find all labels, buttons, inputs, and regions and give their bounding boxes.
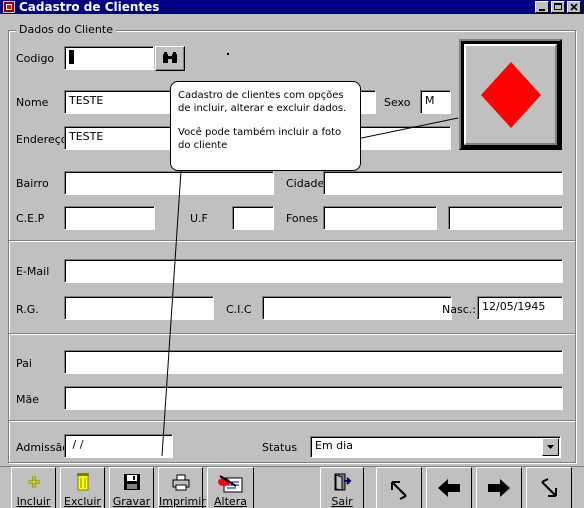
minimize-icon (539, 9, 545, 11)
excluir-label: Excluir (64, 495, 101, 508)
status-label: Status (262, 441, 298, 454)
altera-button[interactable]: Altera (207, 467, 254, 508)
close-button[interactable] (567, 1, 581, 13)
admissao-input[interactable]: / / (64, 434, 173, 458)
window-title: Cadastro de Clientes (19, 0, 160, 14)
group-legend: Dados do Cliente (16, 23, 116, 36)
binoculars-icon (163, 52, 177, 63)
arrow-left-icon (438, 479, 460, 497)
maximize-icon (554, 3, 562, 10)
status-select[interactable]: Em dia (310, 436, 561, 458)
app-icon (3, 1, 15, 13)
help-tooltip: Cadastro de clientes com opções de inclu… (170, 81, 361, 171)
incluir-button[interactable]: Incluir (11, 467, 56, 508)
email-input[interactable] (64, 259, 563, 283)
admissao-label: Admissão (16, 441, 70, 454)
pai-label: Pai (16, 357, 32, 370)
cidade-label: Cidade (286, 177, 325, 190)
first-record-button[interactable] (376, 467, 422, 508)
codigo-input[interactable]: 1 (64, 46, 154, 70)
uf-input[interactable] (232, 206, 274, 230)
divider (9, 420, 575, 422)
cic-input[interactable] (262, 296, 452, 320)
cidade-input[interactable] (323, 171, 563, 195)
fone2-input[interactable] (448, 206, 563, 230)
status-dropdown-button[interactable] (542, 438, 559, 456)
sair-label: Sair (331, 495, 353, 508)
plus-icon (27, 476, 40, 488)
altera-label: Altera (214, 495, 247, 508)
endereco-label: Endereço (16, 133, 68, 146)
divider (9, 240, 575, 242)
first-record-icon (391, 481, 407, 500)
divider (9, 333, 575, 335)
search-button[interactable] (155, 46, 185, 71)
arrow-right-icon (488, 479, 510, 497)
next-record-button[interactable] (476, 467, 522, 508)
incluir-label: Incluir (16, 495, 51, 508)
trash-icon (76, 473, 89, 491)
fone1-input[interactable] (323, 206, 437, 230)
sexo-label: Sexo (384, 96, 411, 109)
mae-label: Mãe (16, 393, 39, 406)
rg-label: R.G. (16, 303, 39, 316)
imprimir-button[interactable]: Imprimir (158, 467, 206, 508)
minimize-button[interactable] (535, 1, 549, 13)
pai-input[interactable] (64, 350, 563, 374)
maximize-button[interactable] (551, 1, 565, 13)
photo-frame (464, 44, 557, 145)
tooltip-text-2: Você pode também incluir a foto do clien… (178, 127, 342, 151)
chevron-down-icon (547, 445, 554, 449)
nome-label: Nome (16, 96, 49, 109)
uf-label: U.F (190, 212, 208, 225)
fones-label: Fones (286, 212, 319, 225)
save-disk-icon (123, 474, 140, 490)
cep-label: C.E.P (16, 212, 45, 225)
cep-input[interactable] (64, 206, 155, 230)
mae-input[interactable] (64, 386, 563, 410)
title-bar[interactable]: Cadastro de Clientes (0, 0, 584, 14)
codigo-label: Codigo (16, 52, 55, 65)
previous-record-button[interactable] (426, 467, 472, 508)
close-icon (570, 3, 578, 11)
status-value: Em dia (315, 439, 353, 452)
printer-icon (172, 474, 189, 491)
dot-mark (227, 53, 229, 55)
edit-card-icon (217, 475, 242, 493)
exit-door-icon (334, 473, 352, 491)
excluir-button[interactable]: Excluir (60, 467, 105, 508)
gravar-button[interactable]: Gravar (109, 467, 154, 508)
nasc-label: Nasc.: (442, 303, 476, 316)
cic-label: C.I.C (226, 303, 252, 316)
tooltip-text-1: Cadastro de clientes com opções de inclu… (178, 90, 347, 114)
sair-button[interactable]: Sair (320, 467, 364, 508)
last-record-icon (541, 478, 557, 497)
client-photo[interactable] (459, 39, 562, 150)
gravar-label: Gravar (112, 495, 151, 508)
email-label: E-Mail (16, 265, 50, 278)
bairro-label: Bairro (16, 177, 49, 190)
last-record-button[interactable] (526, 467, 572, 508)
imprimir-label: Imprimir (159, 495, 206, 508)
bairro-input[interactable] (64, 171, 274, 195)
rg-input[interactable] (64, 296, 214, 320)
diamond-image (481, 62, 541, 128)
nasc-input[interactable]: 12/05/1945 (477, 296, 563, 320)
sexo-input[interactable]: M (420, 90, 451, 114)
